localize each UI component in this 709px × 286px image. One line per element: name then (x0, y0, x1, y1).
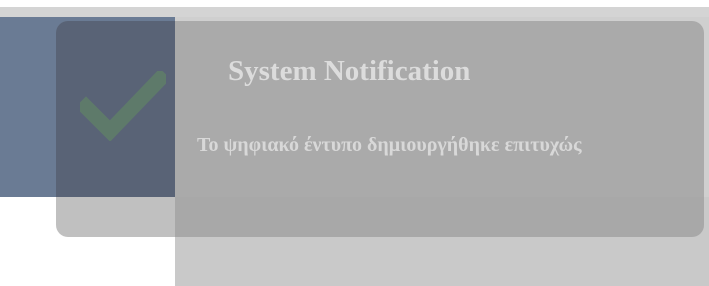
notification-toast[interactable]: System Notification Το ψηφιακό έντυπο δη… (56, 21, 704, 237)
checkmark-icon (80, 71, 166, 141)
notification-icon-area (56, 21, 175, 197)
backdrop-top (0, 0, 709, 7)
notification-title: System Notification (228, 55, 471, 87)
notification-message: Το ψηφιακό έντυπο δημιουργήθηκε επιτυχώς (197, 134, 582, 156)
